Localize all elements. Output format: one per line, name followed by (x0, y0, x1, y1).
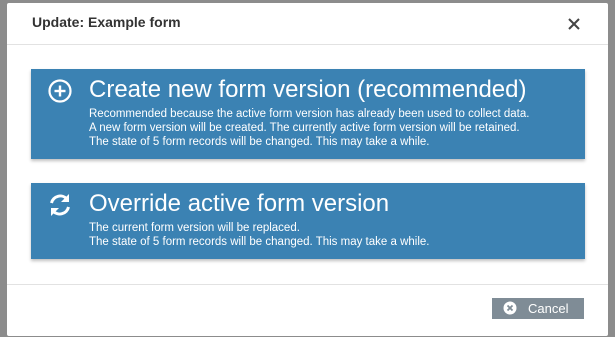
option-title: Override active form version (89, 190, 390, 217)
option-title: Create new form version (recommended) (89, 76, 527, 103)
option-description-line: The current form version will be replace… (89, 222, 300, 234)
dialog-header: Update: Example form (7, 3, 608, 45)
option-description: Recommended because the active form vers… (89, 107, 529, 149)
option-description-line: The state of 5 form records will be chan… (89, 236, 430, 248)
close-icon[interactable] (565, 15, 583, 33)
override-version-button[interactable]: Override active form version The current… (31, 183, 585, 259)
dialog-footer: Cancel (7, 284, 608, 336)
option-description-line: A new form version will be created. The … (89, 122, 520, 134)
plus-circle-icon (47, 78, 73, 104)
update-dialog: Update: Example form Create new form ver… (7, 3, 608, 336)
cancel-circle-icon (503, 301, 517, 315)
dialog-title: Update: Example form (32, 14, 181, 30)
option-description-line: Recommended because the active form vers… (89, 108, 530, 120)
option-description-line: The state of 5 form records will be chan… (89, 136, 430, 148)
cancel-button[interactable]: Cancel (492, 298, 584, 319)
sync-icon (47, 192, 73, 218)
option-description: The current form version will be replace… (89, 221, 429, 249)
create-new-version-button[interactable]: Create new form version (recommended) Re… (31, 69, 585, 159)
cancel-label: Cancel (528, 301, 569, 316)
